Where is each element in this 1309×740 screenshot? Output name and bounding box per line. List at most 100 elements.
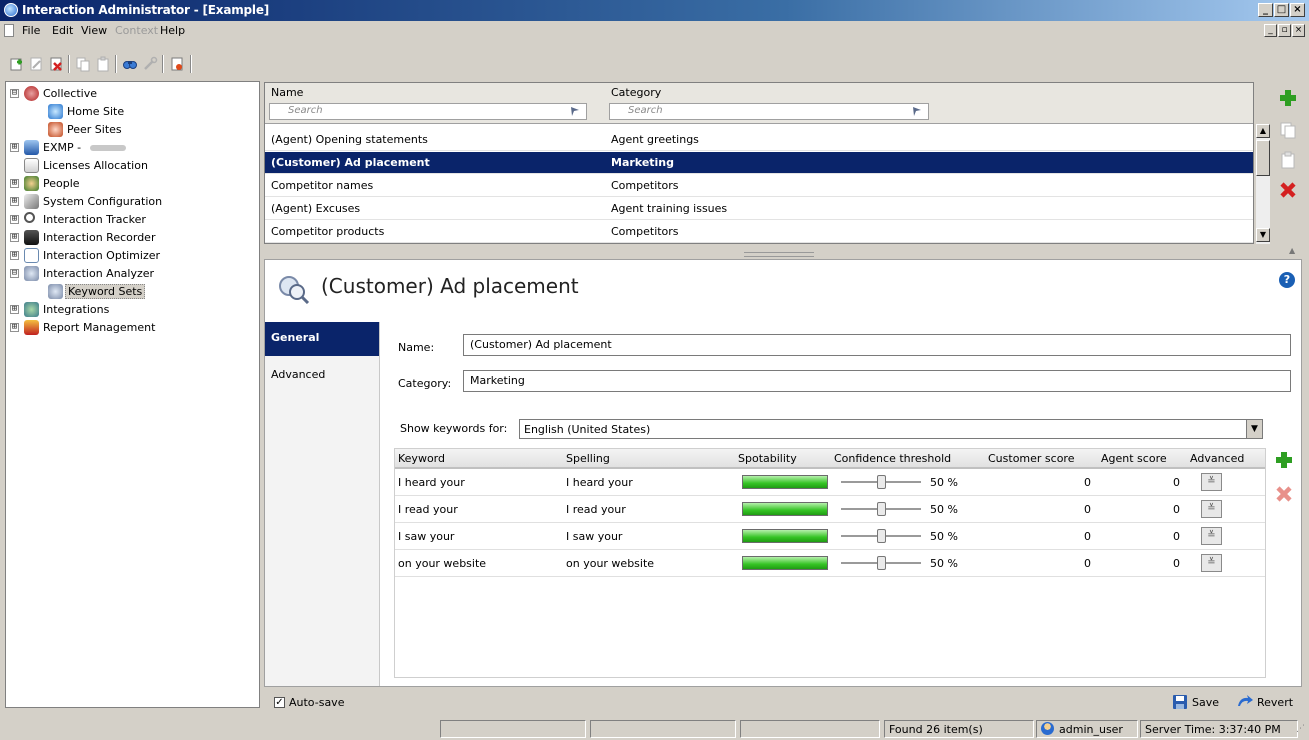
scroll-thumb[interactable] <box>1256 140 1270 176</box>
keyword-text: I heard your <box>398 476 465 489</box>
find-icon[interactable] <box>122 56 138 72</box>
paste-icon[interactable] <box>1278 150 1298 170</box>
minimize-button[interactable]: _ <box>1258 3 1273 17</box>
confidence-slider[interactable] <box>841 475 921 489</box>
list-header: Name Category Search Search <box>265 83 1253 124</box>
expand-icon[interactable]: ⊞ <box>10 233 19 242</box>
menu-file[interactable]: File <box>22 24 40 37</box>
nav-general[interactable]: General <box>265 322 379 356</box>
save-icon[interactable] <box>1172 694 1188 710</box>
advanced-button[interactable]: ≚ <box>1201 500 1222 518</box>
close-button[interactable]: × <box>1290 3 1305 17</box>
scroll-down-button[interactable]: ▼ <box>1256 228 1270 242</box>
tree-label: Integrations <box>43 303 110 316</box>
expand-icon[interactable]: ⊞ <box>10 197 19 206</box>
resize-grip-icon[interactable]: ⋰ <box>1296 724 1305 734</box>
delete-icon[interactable] <box>48 56 64 72</box>
confidence-slider-thumb[interactable] <box>877 502 886 516</box>
filter-icon[interactable] <box>911 105 923 117</box>
expand-icon[interactable]: ⊞ <box>10 323 19 332</box>
column-header-agent-score[interactable]: Agent score <box>1101 452 1167 465</box>
customer-score: 0 <box>1084 557 1091 570</box>
menu-view[interactable]: View <box>81 24 107 37</box>
list-item[interactable]: (Agent) Opening statements Agent greetin… <box>265 129 1253 151</box>
column-header-category[interactable]: Category <box>611 86 661 99</box>
keyword-row[interactable]: I read your I read your 50 % 0 0 ≚ <box>395 496 1265 523</box>
properties-icon[interactable] <box>142 56 158 72</box>
menu-context[interactable]: Context <box>115 24 158 37</box>
menu-help[interactable]: Help <box>160 24 185 37</box>
delete-keyword-icon[interactable] <box>1274 484 1294 504</box>
menu-edit[interactable]: Edit <box>52 24 73 37</box>
column-header-customer-score[interactable]: Customer score <box>988 452 1075 465</box>
mdi-restore-button[interactable]: ▫ <box>1278 24 1291 37</box>
autosave-checkbox[interactable]: ✓ <box>274 697 285 708</box>
column-header-name[interactable]: Name <box>271 86 303 99</box>
confidence-slider-thumb[interactable] <box>877 529 886 543</box>
expand-icon[interactable]: ⊞ <box>10 251 19 260</box>
revert-button[interactable]: Revert <box>1257 696 1293 709</box>
keyword-row[interactable]: on your website on your website 50 % 0 0 ≚ <box>395 550 1265 577</box>
report-icon[interactable] <box>169 56 185 72</box>
expand-icon[interactable]: ⊞ <box>10 179 19 188</box>
detail-title: (Customer) Ad placement <box>321 274 579 298</box>
tree-label: Report Management <box>43 321 156 334</box>
splitter[interactable]: ▲ <box>264 246 1302 257</box>
new-icon[interactable] <box>8 56 24 72</box>
expand-icon[interactable]: ⊞ <box>10 143 19 152</box>
splitter-grip[interactable] <box>744 252 814 257</box>
column-header-spotability[interactable]: Spotability <box>738 452 797 465</box>
advanced-button[interactable]: ≚ <box>1201 473 1222 491</box>
delete-icon[interactable] <box>1278 180 1298 200</box>
category-field[interactable]: Marketing <box>463 370 1291 392</box>
collapse-icon[interactable]: ⊟ <box>10 89 19 98</box>
status-user: admin_user <box>1036 720 1138 738</box>
status-bar: Found 26 item(s) admin_user Server Time:… <box>0 718 1309 740</box>
list-item-selected[interactable]: (Customer) Ad placement Marketing <box>265 152 1253 174</box>
keyword-text: on your website <box>398 557 487 570</box>
edit-icon[interactable] <box>28 56 44 72</box>
name-search-input[interactable]: Search <box>269 103 587 120</box>
scroll-up-button[interactable]: ▲ <box>1256 124 1270 138</box>
add-icon[interactable] <box>1278 88 1298 108</box>
paste-icon[interactable] <box>95 56 111 72</box>
save-button[interactable]: Save <box>1192 696 1219 709</box>
help-icon[interactable]: ? <box>1279 272 1295 288</box>
keyword-row[interactable]: I heard your I heard your 50 % 0 0 ≚ <box>395 469 1265 496</box>
column-header-keyword[interactable]: Keyword <box>398 452 445 465</box>
maximize-button[interactable]: □ <box>1274 3 1289 17</box>
revert-icon[interactable] <box>1236 694 1254 710</box>
filter-icon[interactable] <box>569 105 581 117</box>
collapse-arrow-icon[interactable]: ▲ <box>1289 246 1295 255</box>
list-scrollbar[interactable]: ▲ ▼ <box>1256 124 1270 244</box>
name-field[interactable]: (Customer) Ad placement <box>463 334 1291 356</box>
column-header-advanced[interactable]: Advanced <box>1190 452 1244 465</box>
add-keyword-icon[interactable] <box>1274 450 1294 470</box>
list-item[interactable]: (Agent) Excuses Agent training issues <box>265 198 1253 220</box>
chevron-down-icon[interactable]: ▼ <box>1246 420 1262 438</box>
collapse-icon[interactable]: ⊟ <box>10 269 19 278</box>
confidence-slider[interactable] <box>841 556 921 570</box>
copy-icon[interactable] <box>75 56 91 72</box>
advanced-button[interactable]: ≚ <box>1201 527 1222 545</box>
list-item[interactable]: Competitor names Competitors <box>265 175 1253 197</box>
expand-icon[interactable]: ⊞ <box>10 305 19 314</box>
confidence-slider-thumb[interactable] <box>877 475 886 489</box>
confidence-slider[interactable] <box>841 529 921 543</box>
confidence-slider-thumb[interactable] <box>877 556 886 570</box>
category-search-input[interactable]: Search <box>609 103 929 120</box>
confidence-slider[interactable] <box>841 502 921 516</box>
list-item-category: Marketing <box>611 156 675 169</box>
expand-icon[interactable]: ⊞ <box>10 215 19 224</box>
language-select[interactable]: English (United States) ▼ <box>519 419 1263 439</box>
mdi-minimize-button[interactable]: _ <box>1264 24 1277 37</box>
column-header-confidence[interactable]: Confidence threshold <box>834 452 951 465</box>
copy-icon[interactable] <box>1278 120 1298 140</box>
list-item[interactable]: Competitor products Competitors <box>265 221 1253 243</box>
column-header-spelling[interactable]: Spelling <box>566 452 610 465</box>
mdi-close-button[interactable]: × <box>1292 24 1305 37</box>
advanced-button[interactable]: ≚ <box>1201 554 1222 572</box>
nav-advanced[interactable]: Advanced <box>265 359 379 393</box>
collective-icon <box>24 86 39 101</box>
keyword-row[interactable]: I saw your I saw your 50 % 0 0 ≚ <box>395 523 1265 550</box>
